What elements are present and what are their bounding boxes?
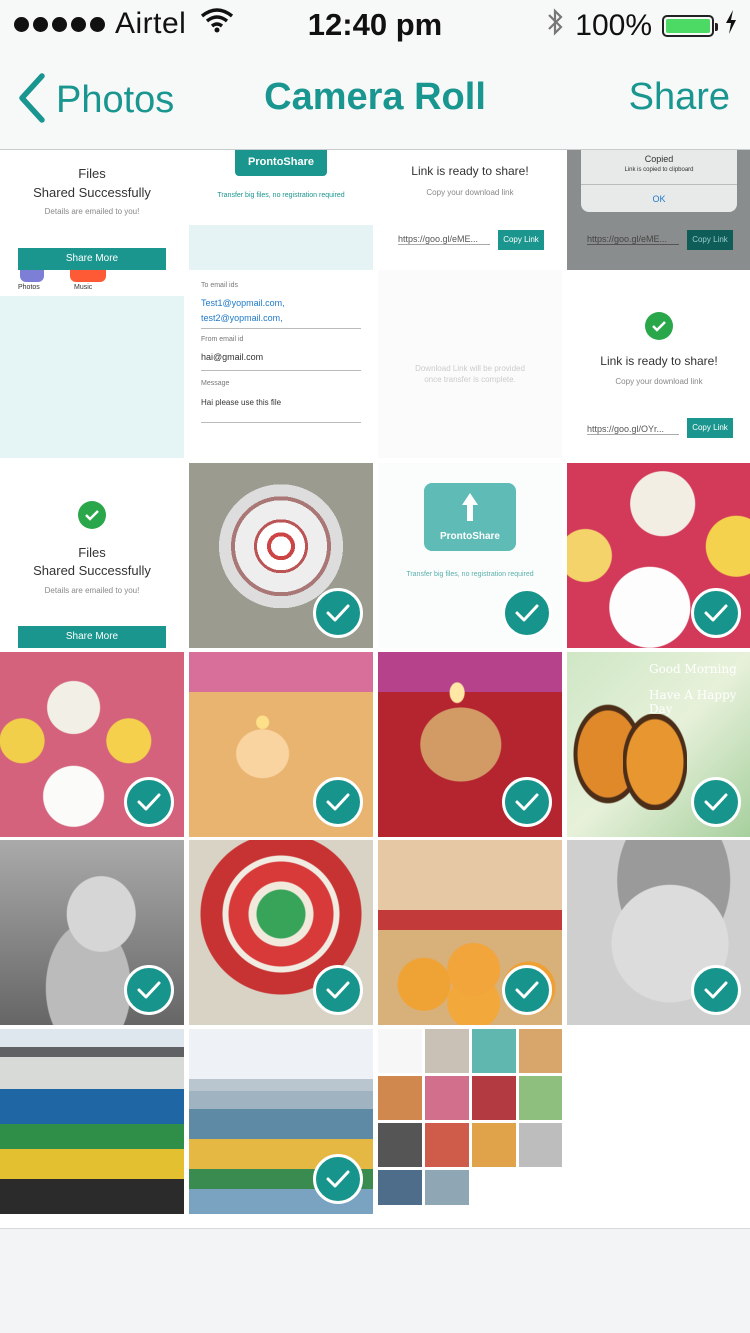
photo-thumbnail[interactable]: To email ids Test1@yopmail.com, test2@yo… <box>189 270 373 458</box>
greeting-text: Have A Happy Day <box>649 688 737 716</box>
collage-grid <box>378 1029 562 1214</box>
selected-check-icon <box>502 965 552 1015</box>
photo-thumbnail[interactable] <box>0 652 184 837</box>
greeting-text: Good Morning <box>649 662 737 676</box>
copied-alert-title: Copied <box>644 154 674 164</box>
link-ready-subtitle: Copy your download link <box>426 188 514 197</box>
files-shared-title: Files <box>78 166 106 181</box>
photo-thumbnail[interactable] <box>378 840 562 1025</box>
link-field: https://goo.gl/eME... <box>587 234 679 245</box>
photo-thumbnail[interactable]: Files Shared Successfully Details are em… <box>0 150 184 270</box>
copied-alert-message: Link is copied to clipboard <box>624 167 694 173</box>
message-value: Hai please use this file <box>201 398 282 407</box>
from-email-label: From email id <box>201 336 244 343</box>
files-shared-details: Details are emailed to you! <box>44 207 140 216</box>
photo-thumbnail[interactable]: ProntoShare Transfer big files, no regis… <box>189 150 373 270</box>
copied-alert-ok: OK <box>652 194 666 204</box>
selected-check-icon <box>691 777 741 827</box>
photo-thumbnail[interactable] <box>189 652 373 837</box>
to-email-value: test2@yopmail.com, <box>201 313 283 323</box>
copy-link-button: Copy Link <box>687 418 733 438</box>
photo-thumbnail[interactable] <box>189 463 373 648</box>
prontoshare-tagline: Transfer big files, no registration requ… <box>217 192 345 199</box>
selected-check-icon <box>502 777 552 827</box>
music-app-label: Music <box>74 284 93 291</box>
link-field: https://goo.gl/OYr... <box>587 424 679 435</box>
selected-check-icon <box>124 777 174 827</box>
share-more-button: Share More <box>18 248 166 270</box>
photos-app-label: Photos <box>18 284 40 291</box>
prontoshare-tagline: Transfer big files, no registration requ… <box>406 571 534 578</box>
message-label: Message <box>201 380 230 387</box>
photo-thumbnail[interactable]: Copied Link is copied to clipboard OK ht… <box>567 150 750 270</box>
selected-check-icon <box>502 588 552 638</box>
prontoshare-logo: ProntoShare <box>235 150 327 176</box>
bluetooth-icon <box>545 7 565 45</box>
pending-text: once transfer is complete. <box>424 375 516 384</box>
photo-thumbnail[interactable] <box>378 652 562 837</box>
success-check-icon <box>645 312 673 340</box>
navigation-bar: Photos Camera Roll Share <box>0 50 750 150</box>
selected-check-icon <box>313 965 363 1015</box>
share-button[interactable]: Share <box>629 76 730 119</box>
photo-thumbnail[interactable]: Download Link will be provided once tran… <box>378 270 562 458</box>
photo-thumbnail[interactable] <box>0 840 184 1025</box>
link-ready-title: Link is ready to share! <box>411 164 529 178</box>
charging-bolt-icon <box>724 9 738 43</box>
share-more-button: Share More <box>18 626 166 648</box>
link-field: https://goo.gl/eME... <box>398 234 490 245</box>
from-email-value: hai@gmail.com <box>201 352 264 362</box>
to-email-value: Test1@yopmail.com, <box>201 298 285 308</box>
selected-check-icon <box>691 965 741 1015</box>
selected-check-icon <box>313 777 363 827</box>
selected-check-icon <box>124 965 174 1015</box>
photo-thumbnail[interactable]: Link is ready to share! Copy your downlo… <box>378 150 562 270</box>
photo-thumbnail[interactable] <box>189 840 373 1025</box>
music-app-icon <box>70 270 106 282</box>
bottom-toolbar <box>0 1228 750 1333</box>
files-shared-title: Files <box>78 545 106 560</box>
selected-check-icon <box>691 588 741 638</box>
battery-level <box>666 19 710 33</box>
status-bar: Airtel 12:40 pm 100% <box>0 0 750 50</box>
battery-percentage: 100% <box>575 9 652 42</box>
photo-thumbnail[interactable] <box>567 463 750 648</box>
photo-thumbnail[interactable]: Files Shared Successfully Details are em… <box>0 463 184 648</box>
status-right: 100% <box>545 7 738 45</box>
selected-check-icon <box>313 1154 363 1204</box>
photo-thumbnail[interactable]: Photos Music <box>0 270 184 458</box>
battery-icon <box>662 15 718 37</box>
photo-thumbnail[interactable]: ProntoShare Transfer big files, no regis… <box>378 463 562 648</box>
photo-thumbnail[interactable] <box>378 1029 562 1214</box>
selected-check-icon <box>313 588 363 638</box>
butterfly-wing <box>623 714 687 810</box>
to-email-label: To email ids <box>201 282 238 289</box>
files-shared-subtitle-line: Shared Successfully <box>33 563 151 578</box>
photos-app-icon <box>20 270 44 282</box>
photo-thumbnail[interactable] <box>0 1029 184 1214</box>
link-ready-subtitle: Copy your download link <box>615 377 703 386</box>
prontoshare-logo: ProntoShare <box>439 531 500 542</box>
files-shared-subtitle-line: Shared Successfully <box>33 185 151 200</box>
copy-link-button: Copy Link <box>498 230 544 250</box>
folder-icon: ProntoShare <box>424 483 516 551</box>
copied-alert: Copied Link is copied to clipboard OK <box>581 150 737 212</box>
copy-link-button: Copy Link <box>687 230 733 250</box>
photo-thumbnail[interactable]: Good Morning Have A Happy Day <box>567 652 750 837</box>
success-check-icon <box>78 501 106 529</box>
photo-grid: Files Shared Successfully Details are em… <box>0 150 750 1228</box>
photo-thumbnail[interactable]: Link is ready to share! Copy your downlo… <box>567 270 750 458</box>
link-ready-title: Link is ready to share! <box>600 354 718 368</box>
files-shared-details: Details are emailed to you! <box>44 586 140 595</box>
photo-thumbnail[interactable] <box>567 840 750 1025</box>
photo-thumbnail[interactable] <box>189 1029 373 1214</box>
pending-text: Download Link will be provided <box>415 364 525 373</box>
